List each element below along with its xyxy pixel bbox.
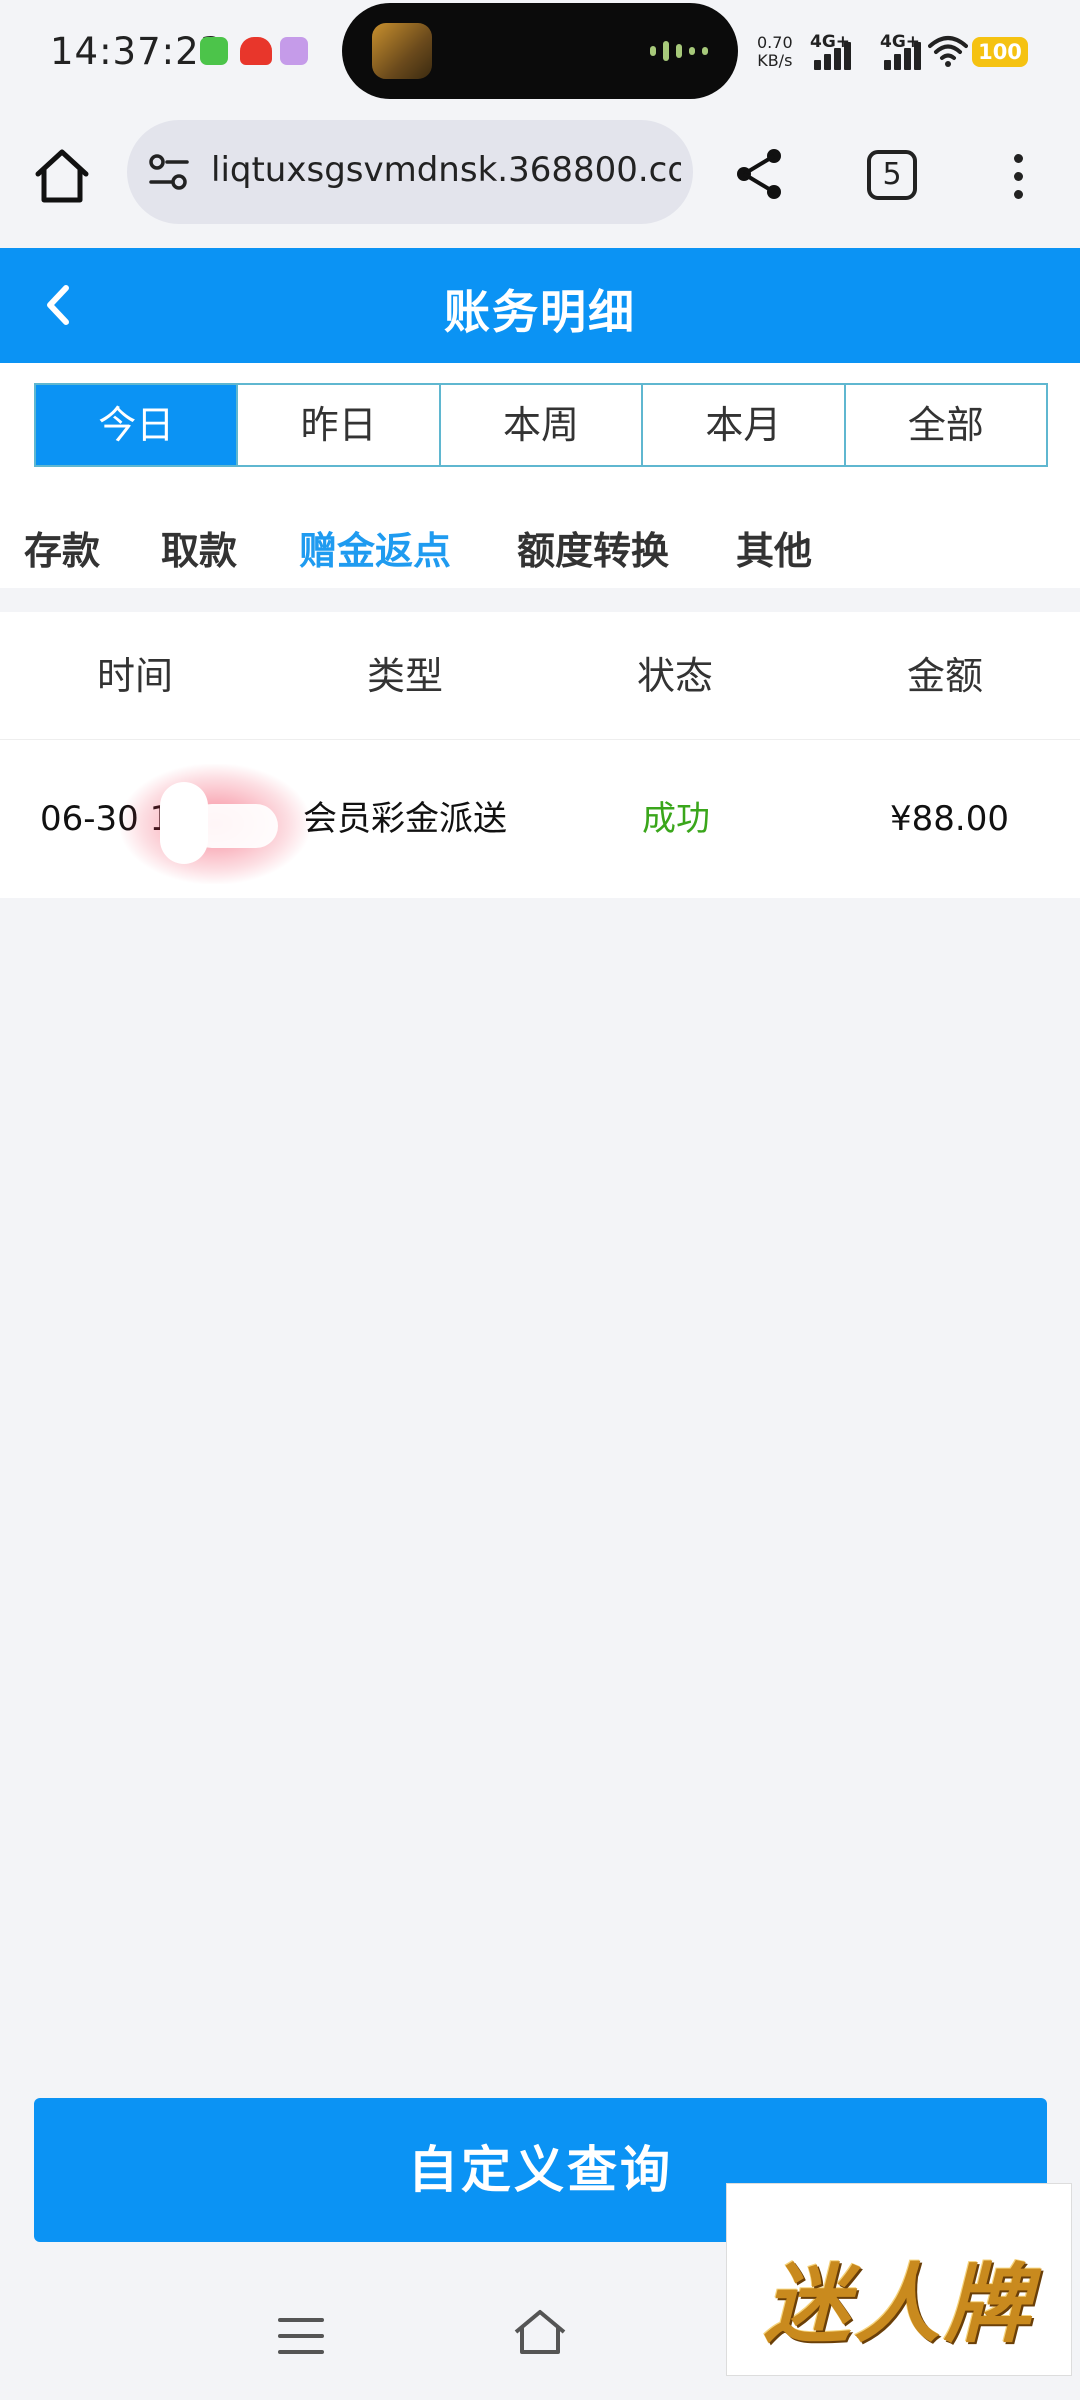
signal-strength-icon: 4G+ <box>880 32 926 70</box>
app-notification-icon <box>200 37 228 65</box>
tab-deposit[interactable]: 存款 <box>24 520 100 575</box>
column-header-time: 时间 <box>96 654 173 698</box>
date-filter-yesterday[interactable]: 昨日 <box>236 385 439 465</box>
network-speed-value: 0.70 <box>757 33 793 52</box>
app-notification-icon <box>280 37 308 65</box>
media-thumbnail <box>372 23 432 79</box>
audio-wave-icon <box>650 41 708 61</box>
row-status: 成功 <box>642 799 710 839</box>
wifi-icon <box>928 36 968 67</box>
date-filter-all[interactable]: 全部 <box>843 385 1047 465</box>
watermark-logo: 迷人牌 <box>726 2183 1072 2376</box>
more-icon[interactable] <box>1000 150 1036 206</box>
column-header-type: 类型 <box>366 654 443 698</box>
divider <box>0 588 1080 612</box>
dynamic-island[interactable] <box>342 3 738 99</box>
home-icon[interactable] <box>30 144 94 208</box>
network-speed-unit: KB/s <box>757 51 793 70</box>
page-header: 账务明细 <box>0 248 1080 363</box>
transactions-table: 时间 类型 状态 金额 06-30 1 会员彩金派送 成功 ¥88.00 <box>0 612 1080 898</box>
column-header-status: 状态 <box>636 654 713 698</box>
share-icon[interactable] <box>730 144 790 204</box>
touch-indicator <box>120 764 310 884</box>
tabs-count-button[interactable]: 5 <box>867 150 917 200</box>
page-title: 账务明细 <box>444 285 636 339</box>
date-filter-this-month[interactable]: 本月 <box>641 385 844 465</box>
site-settings-icon[interactable] <box>147 152 191 192</box>
home-icon[interactable] <box>512 2308 568 2358</box>
row-amount: ¥88.00 <box>890 799 1009 839</box>
url-text[interactable]: liqtuxsgsvmdnsk.368800.com <box>211 150 681 190</box>
tab-withdrawal[interactable]: 取款 <box>161 520 237 575</box>
table-row[interactable]: 06-30 1 会员彩金派送 成功 ¥88.00 <box>0 740 1080 898</box>
table-header: 时间 类型 状态 金额 <box>0 612 1080 740</box>
date-filter-today[interactable]: 今日 <box>36 385 237 465</box>
category-tabs: 存款 取款 赠金返点 额度转换 其他 <box>0 510 1080 586</box>
tab-credit-transfer[interactable]: 额度转换 <box>517 520 669 575</box>
menu-icon[interactable] <box>278 2318 324 2354</box>
signal-strength-icon: 4G+ <box>810 32 856 70</box>
status-time: 14:37:23 <box>50 30 225 73</box>
tab-bonus-rebate[interactable]: 赠金返点 <box>299 520 451 575</box>
network-speed: 0.70 KB/s <box>757 34 793 70</box>
app-notification-icon <box>240 37 272 65</box>
battery-indicator: 100 <box>972 37 1028 67</box>
row-type: 会员彩金派送 <box>303 799 507 839</box>
watermark-text: 迷人牌 <box>764 2255 1034 2355</box>
address-bar[interactable]: liqtuxsgsvmdnsk.368800.com <box>127 120 693 224</box>
date-filter-this-week[interactable]: 本周 <box>438 385 642 465</box>
browser-toolbar: liqtuxsgsvmdnsk.368800.com 5 <box>0 110 1080 248</box>
date-range-filter: 今日 昨日 本周 本月 全部 <box>34 383 1048 467</box>
tab-other[interactable]: 其他 <box>736 520 812 575</box>
status-bar: 14:37:23 0.70 KB/s 4G+ 4G+ 100 <box>0 0 1080 110</box>
column-header-amount: 金额 <box>906 654 983 698</box>
